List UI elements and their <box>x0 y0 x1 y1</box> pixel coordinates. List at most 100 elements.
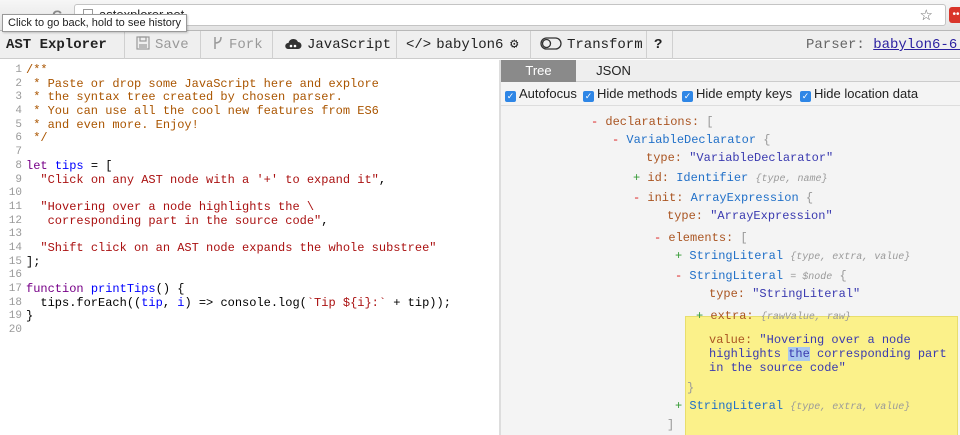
save-button[interactable]: Save <box>130 31 195 59</box>
tree-prop-type: type: "VariableDeclarator" <box>646 151 834 165</box>
output-tabs: Tree JSON <box>501 60 960 82</box>
option-hide-empty-keys[interactable]: ✓ Hide empty keys <box>682 86 792 102</box>
code-editor[interactable]: 1 2 3 4 5 6 7 8 9 10 11 12 13 14 15 16 17 18 19 20 /** * Pa… <box>0 60 499 435</box>
expand-toggle[interactable]: + <box>696 309 703 323</box>
tree-node-string-literal-selected[interactable]: - StringLiteral = $node { <box>675 268 847 284</box>
parser-version-link[interactable]: babylon6-6. <box>873 37 960 53</box>
fork-icon <box>214 36 222 49</box>
checkbox-checked-icon[interactable]: ✓ <box>800 91 811 102</box>
expand-toggle[interactable]: + <box>675 399 682 413</box>
code-line: "Shift click on an AST node expands the … <box>40 240 437 255</box>
checkbox-checked-icon[interactable]: ✓ <box>682 91 693 102</box>
code-line: ]; <box>26 254 41 269</box>
line-number: 18 <box>8 296 22 309</box>
code-line: * and even more. Enjoy! <box>26 117 199 132</box>
code-line: "Hovering over a node highlights the \ <box>40 199 315 214</box>
code-line: let tips = [ <box>26 158 113 173</box>
browser-chrome: ← → C astexplorer.net ☆ •• Click to go b… <box>0 0 960 32</box>
line-number: 2 <box>15 77 22 90</box>
line-number: 4 <box>15 105 22 118</box>
back-button-tooltip: Click to go back, hold to see history <box>2 14 188 32</box>
option-hide-location-data[interactable]: ✓ Hide location data <box>800 86 918 102</box>
language-selector[interactable]: JavaScript <box>278 31 397 59</box>
tree-node-elements[interactable]: - elements: [ <box>654 230 748 246</box>
output-panel: Tree JSON ✓ Autofocus ✓ Hide methods ✓ Hide… <box>501 60 960 435</box>
transform-label: Transform <box>567 37 643 53</box>
line-number: 1 <box>15 64 22 76</box>
line-number: 7 <box>15 146 22 159</box>
save-label: Save <box>155 37 189 53</box>
code-content[interactable]: /** * Paste or drop some JavaScript here… <box>26 63 451 338</box>
code-brackets-icon: </> <box>406 37 432 53</box>
address-bar[interactable]: astexplorer.net ☆ •• <box>74 4 960 26</box>
collapse-toggle[interactable]: - <box>633 191 640 205</box>
transform-button[interactable]: Transform <box>534 31 649 59</box>
line-number: 10 <box>8 187 22 200</box>
collapse-toggle[interactable]: - <box>612 133 619 147</box>
code-line: "Click on any AST node with a '+' to exp… <box>40 172 387 187</box>
gear-icon: ⚙ <box>510 37 519 53</box>
tab-tree[interactable]: Tree <box>501 60 576 82</box>
tree-prop-type: type: "StringLiteral" <box>709 287 861 301</box>
tab-json[interactable]: JSON <box>576 60 651 82</box>
parser-info: Parser: babylon6-6. <box>800 31 960 59</box>
code-line: } <box>26 309 34 324</box>
toggle-icon <box>540 37 562 50</box>
text-selection: the <box>788 347 810 361</box>
ast-tree: - declarations: [ - VariableDeclarator {… <box>501 106 960 435</box>
expand-toggle[interactable]: + <box>633 171 640 185</box>
collapse-toggle[interactable]: - <box>654 231 661 245</box>
tree-node-string-literal[interactable]: + StringLiteral {type, extra, value} <box>675 248 910 264</box>
code-line: */ <box>26 131 48 146</box>
code-line: * You can use all the cool new features … <box>26 104 379 119</box>
tree-prop-value-cont: in the source code" <box>709 361 846 375</box>
line-number: 20 <box>8 324 22 337</box>
parser-selector[interactable]: </> babylon6 <box>400 31 509 59</box>
tree-node-declarations[interactable]: - declarations: [ <box>591 114 713 130</box>
tree-node-variable-declarator[interactable]: - VariableDeclarator { <box>612 132 770 148</box>
collapse-toggle[interactable]: - <box>675 269 682 283</box>
code-line: * the syntax tree created by chosen pars… <box>26 90 343 105</box>
checkbox-checked-icon[interactable]: ✓ <box>583 91 594 102</box>
expand-toggle[interactable]: + <box>675 249 682 263</box>
parser-settings-button[interactable]: ⚙ <box>504 31 524 59</box>
help-button[interactable]: ? <box>648 31 668 59</box>
checkbox-checked-icon[interactable]: ✓ <box>505 91 516 102</box>
line-number: 16 <box>8 269 22 282</box>
tree-node-init[interactable]: - init: ArrayExpression { <box>633 190 813 206</box>
line-number: 5 <box>15 118 22 131</box>
line-number-gutter: 1 2 3 4 5 6 7 8 9 10 11 12 13 14 15 16 17 18 19 20 <box>0 64 22 338</box>
floppy-disk-icon <box>136 36 150 50</box>
bookmark-star-icon[interactable]: ☆ <box>920 6 933 24</box>
code-line: tips.forEach((tip, i) => console.log(`Ti… <box>26 295 451 310</box>
line-number: 9 <box>15 173 22 186</box>
line-number: 17 <box>8 283 22 295</box>
app-title: AST Explorer <box>6 37 107 53</box>
line-number: 14 <box>8 241 22 254</box>
tree-options: ✓ Autofocus ✓ Hide methods ✓ Hide empty key… <box>501 82 960 106</box>
line-number: 11 <box>8 200 22 213</box>
tree-node-extra[interactable]: + extra: {rawValue, raw} <box>696 308 851 324</box>
tree-node-id[interactable]: + id: Identifier {type, name} <box>633 170 827 186</box>
parser-label: Parser: <box>806 37 865 53</box>
tree-prop-type: type: "ArrayExpression" <box>667 209 833 223</box>
option-autofocus[interactable]: ✓ Autofocus <box>505 86 577 102</box>
tree-close-bracket: ] <box>667 418 675 432</box>
option-hide-methods[interactable]: ✓ Hide methods <box>583 86 677 102</box>
extension-icon[interactable]: •• <box>949 7 960 23</box>
code-line: * Paste or drop some JavaScript here and… <box>26 76 379 91</box>
code-line: function printTips() { <box>26 282 185 296</box>
tree-close-brace: } <box>687 381 695 395</box>
tree-node-string-literal[interactable]: + StringLiteral {type, extra, value} <box>675 398 910 414</box>
line-number: 8 <box>15 159 22 172</box>
line-number: 15 <box>8 255 22 268</box>
language-label: JavaScript <box>307 37 392 53</box>
fork-button[interactable]: Fork <box>206 31 269 59</box>
code-line: /** <box>26 63 48 77</box>
collapse-toggle[interactable]: - <box>591 115 598 129</box>
